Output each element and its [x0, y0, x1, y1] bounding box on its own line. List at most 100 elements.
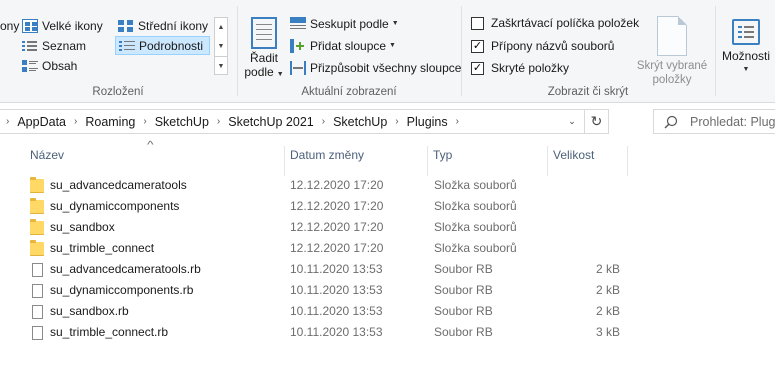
- table-row[interactable]: su_dynamiccomponents.rb 10.11.2020 13:53…: [0, 280, 640, 301]
- chevron-right-icon[interactable]: ›: [74, 116, 77, 127]
- group-by-button[interactable]: Seskupit podle ▼: [290, 14, 399, 33]
- content-view-button[interactable]: Obsah: [22, 56, 77, 75]
- table-row[interactable]: su_dynamiccomponents 12.12.2020 17:20 Sl…: [0, 196, 640, 217]
- breadcrumb-sketchup-sub[interactable]: SketchUp: [333, 115, 387, 129]
- hide-selected-button[interactable]: Skrýt vybrané položky: [630, 16, 714, 87]
- details-view-button[interactable]: Podrobnosti: [115, 36, 211, 55]
- refresh-icon[interactable]: ↻: [584, 110, 608, 133]
- view-label: Střední ikony: [138, 18, 209, 33]
- chevron-right-icon[interactable]: ›: [456, 116, 459, 127]
- fit-columns-label: Přizpůsobit všechny sloupce: [310, 60, 462, 75]
- file-name: su_dynamiccomponents.rb: [50, 283, 194, 297]
- table-row[interactable]: su_sandbox.rb 10.11.2020 13:53 Soubor RB…: [0, 301, 640, 322]
- view-label: Podrobnosti: [139, 38, 204, 53]
- breadcrumb-sketchup-2021[interactable]: SketchUp 2021: [228, 115, 313, 129]
- file-icon: [32, 283, 43, 298]
- date-cell: 12.12.2020 17:20: [290, 178, 384, 192]
- file-extensions-toggle[interactable]: ✓ Přípony názvů souborů: [471, 36, 614, 56]
- sort-by-button[interactable]: Řadit podle ▼: [244, 17, 284, 82]
- breadcrumb[interactable]: › AppData › Roaming › SketchUp › SketchU…: [0, 109, 609, 134]
- chevron-right-icon[interactable]: ›: [322, 116, 325, 127]
- current-view-group: Řadit podle ▼ Seskupit podle ▼ Přidat slo…: [238, 0, 461, 103]
- details-view-icon: [119, 38, 135, 53]
- date-cell: 12.12.2020 17:20: [290, 199, 384, 213]
- column-header-date[interactable]: Datum změny: [285, 146, 428, 176]
- item-checkboxes-checkbox[interactable]: [471, 16, 484, 30]
- large-icons-button[interactable]: Velké ikony: [22, 16, 103, 35]
- type-cell: Soubor RB: [434, 325, 493, 339]
- add-columns-label: Přidat sloupce: [310, 38, 387, 53]
- file-name: su_dynamiccomponents: [50, 199, 180, 213]
- table-row[interactable]: su_sandbox 12.12.2020 17:20 Složka soubo…: [0, 217, 640, 238]
- group-label: Rozložení: [92, 86, 144, 98]
- breadcrumb-plugins[interactable]: Plugins: [407, 115, 448, 129]
- checkbox-label: Skryté položky: [491, 61, 570, 75]
- file-icon: [32, 262, 43, 277]
- date-cell: 10.11.2020 13:53: [290, 325, 383, 339]
- name-cell: su_sandbox.rb: [30, 301, 129, 322]
- breadcrumb-sketchup[interactable]: SketchUp: [155, 115, 209, 129]
- folder-icon: [30, 239, 44, 256]
- column-header-type[interactable]: Typ: [428, 146, 548, 176]
- size-cell: 2 kB: [595, 262, 620, 276]
- checkbox-label: Přípony názvů souborů: [491, 39, 615, 53]
- chevron-right-icon[interactable]: ›: [217, 116, 220, 127]
- table-row[interactable]: su_trimble_connect 12.12.2020 17:20 Slož…: [0, 238, 640, 259]
- name-cell: su_sandbox: [30, 217, 115, 238]
- column-header-size[interactable]: Velikost: [548, 146, 628, 176]
- options-button[interactable]: Možnosti ▼: [717, 19, 775, 77]
- hide-selected-icon: [657, 16, 687, 56]
- address-history-chevron-icon[interactable]: ⌄: [560, 110, 584, 133]
- layout-group: ony Velké ikony Seznam Obsah Střední iko…: [0, 0, 236, 103]
- folder-icon: [30, 218, 44, 235]
- folder-icon: [30, 197, 44, 214]
- large-icons-icon: [22, 18, 38, 33]
- list-view-icon: [22, 38, 38, 53]
- column-header-name[interactable]: Název: [25, 146, 285, 176]
- chevron-right-icon[interactable]: ›: [143, 116, 146, 127]
- hidden-items-toggle[interactable]: ✓ Skryté položky: [471, 58, 569, 78]
- type-cell: Soubor RB: [434, 283, 493, 297]
- chevron-right-icon[interactable]: ›: [395, 116, 398, 127]
- file-extensions-checkbox[interactable]: ✓: [471, 39, 484, 53]
- table-row[interactable]: su_advancedcameratools 12.12.2020 17:20 …: [0, 175, 640, 196]
- expand-gallery-icon[interactable]: ▼: [215, 56, 227, 75]
- chevron-down-icon: ▼: [742, 66, 750, 73]
- date-cell: 12.12.2020 17:20: [290, 241, 384, 255]
- fit-columns-button[interactable]: Přizpůsobit všechny sloupce: [290, 58, 461, 77]
- hidden-items-checkbox[interactable]: ✓: [471, 61, 484, 75]
- sort-icon: [251, 17, 277, 49]
- group-by-label: Seskupit podle: [310, 16, 389, 31]
- table-row[interactable]: su_trimble_connect.rb 10.11.2020 13:53 S…: [0, 322, 640, 343]
- date-cell: 10.11.2020 13:53: [290, 283, 383, 297]
- date-cell: 12.12.2020 17:20: [290, 220, 384, 234]
- scroll-up-icon[interactable]: ▲: [215, 18, 227, 37]
- file-name: su_trimble_connect.rb: [50, 325, 169, 339]
- search-box[interactable]: Prohledat: Plugins: [653, 109, 775, 134]
- add-columns-button[interactable]: Přidat sloupce ▼: [290, 36, 396, 55]
- hide-selected-line2: položky: [652, 74, 692, 86]
- list-view-button[interactable]: Seznam: [22, 36, 86, 55]
- item-checkboxes-toggle[interactable]: Zaškrtávací políčka položek: [471, 13, 639, 33]
- extra-large-icons-button[interactable]: ony: [0, 16, 19, 35]
- group-label: Zobrazit či skrýt: [547, 86, 629, 98]
- view-label: Seznam: [42, 38, 87, 53]
- chevron-right-icon[interactable]: ›: [6, 116, 9, 127]
- view-label: Velké ikony: [42, 18, 103, 33]
- breadcrumb-appdata[interactable]: AppData: [17, 115, 66, 129]
- file-list: ^ Název Datum změny Typ Velikost su_adva…: [0, 140, 775, 380]
- medium-icons-button[interactable]: Střední ikony: [118, 16, 208, 35]
- scroll-down-icon[interactable]: ▼: [215, 37, 227, 56]
- sort-label-line1: Řadit: [249, 51, 278, 65]
- table-row[interactable]: su_advancedcameratools.rb 10.11.2020 13:…: [0, 259, 640, 280]
- layout-gallery-scroller[interactable]: ▲ ▼ ▼: [214, 17, 228, 75]
- content-view-icon: [22, 58, 38, 73]
- type-cell: Složka souborů: [434, 178, 517, 192]
- address-controls: ⌄ ↻: [560, 110, 608, 133]
- size-cell: 2 kB: [595, 304, 620, 318]
- show-hide-group: Zaškrtávací políčka položek ✓ Přípony ná…: [462, 0, 714, 103]
- breadcrumb-roaming[interactable]: Roaming: [85, 115, 135, 129]
- fit-columns-icon: [290, 60, 306, 75]
- file-name: su_advancedcameratools.rb: [50, 262, 201, 276]
- checkbox-label: Zaškrtávací políčka položek: [491, 16, 640, 30]
